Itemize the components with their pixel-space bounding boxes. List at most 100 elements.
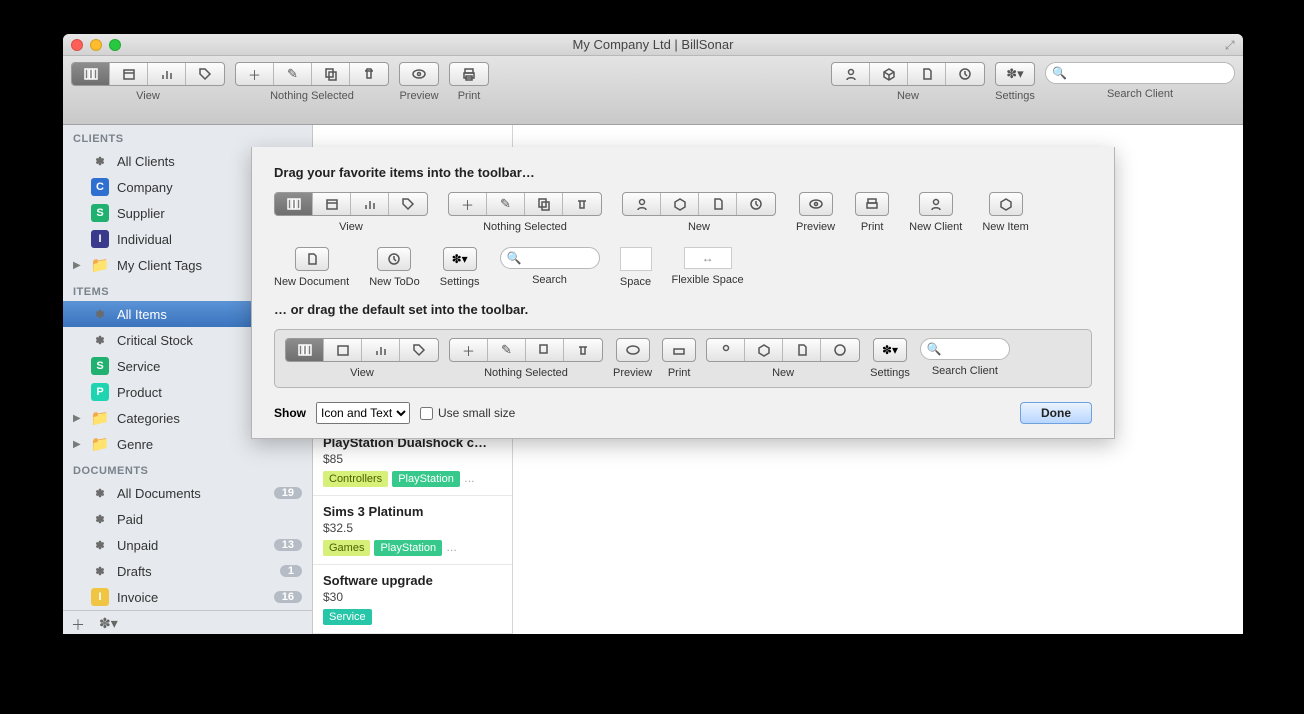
new-segmented[interactable] <box>831 62 985 86</box>
palette-label: View <box>339 221 363 233</box>
palette-new-document[interactable]: New Document <box>274 247 349 288</box>
gear-icon: ✽ <box>91 305 109 323</box>
close-window-button[interactable] <box>71 39 83 51</box>
view-chart-button[interactable] <box>148 63 186 85</box>
sidebar-item-label: Supplier <box>117 206 165 221</box>
customize-toolbar-sheet: Drag your favorite items into the toolba… <box>251 147 1115 439</box>
list-item[interactable]: Software upgrade $30 Service <box>313 565 512 634</box>
small-size-input[interactable] <box>420 407 433 420</box>
columns-icon <box>287 197 301 211</box>
item-title: Sims 3 Platinum <box>323 504 502 519</box>
item-tag: Service <box>323 609 372 625</box>
item-title: Software upgrade <box>323 573 502 588</box>
palette-preview[interactable]: Preview <box>796 192 835 233</box>
view-columns-button[interactable] <box>72 63 110 85</box>
toolbar: View ＋ ✎ Nothing Selected Preview Print <box>63 56 1243 125</box>
gear-icon: ✽ <box>91 152 109 170</box>
person-icon <box>844 67 858 81</box>
disclosure-icon[interactable]: ▶ <box>73 260 83 271</box>
bar-chart-icon <box>160 67 174 81</box>
view-calendar-button[interactable] <box>110 63 148 85</box>
window-controls <box>71 39 121 51</box>
columns-icon <box>84 67 98 81</box>
sidebar-item-label: My Client Tags <box>117 258 202 273</box>
new-item-button[interactable] <box>870 63 908 85</box>
invoice-icon: I <box>91 588 109 606</box>
palette-row-1: View ＋✎ Nothing Selected New <box>274 192 1092 233</box>
more-tags-icon: … <box>446 542 457 554</box>
use-small-size-checkbox[interactable]: Use small size <box>420 406 515 420</box>
disclosure-icon[interactable]: ▶ <box>73 439 83 450</box>
zoom-window-button[interactable] <box>109 39 121 51</box>
person-icon <box>929 197 943 211</box>
toolbar-view-group: View <box>71 62 225 102</box>
print-button[interactable] <box>450 63 488 85</box>
new-document-button[interactable] <box>908 63 946 85</box>
palette-label: New Item <box>982 221 1028 233</box>
show-label: Show <box>274 406 306 420</box>
item-tag: PlayStation <box>392 471 460 487</box>
add-button[interactable]: ＋ <box>236 63 274 85</box>
edit-segmented[interactable]: ＋ ✎ <box>235 62 389 86</box>
more-tags-icon: … <box>464 473 475 485</box>
service-icon: S <box>91 357 109 375</box>
sidebar-invoice[interactable]: I Invoice 16 <box>63 584 312 610</box>
delete-button[interactable] <box>350 63 388 85</box>
disclosure-icon[interactable]: ▶ <box>73 413 83 424</box>
done-button[interactable]: Done <box>1020 402 1092 424</box>
search-client-input[interactable] <box>1071 67 1228 79</box>
palette-settings[interactable]: ✽▾ Settings <box>440 247 480 288</box>
fullscreen-icon[interactable]: ⤢ <box>1225 38 1237 50</box>
palette-label: New <box>688 221 710 233</box>
palette-label: Search <box>532 274 567 286</box>
sidebar-item-label: All Items <box>117 307 167 322</box>
count-badge: 1 <box>280 565 302 577</box>
palette-nothing-selected[interactable]: ＋✎ Nothing Selected <box>448 192 602 233</box>
settings-button[interactable]: ✽▾ <box>996 63 1034 85</box>
palette-view[interactable]: View <box>274 192 428 233</box>
default-toolbar-set[interactable]: View ＋✎ Nothing Selected Preview Print N… <box>274 329 1092 388</box>
duplicate-button[interactable] <box>312 63 350 85</box>
palette-print[interactable]: Print <box>855 192 889 233</box>
document-icon <box>305 252 319 266</box>
palette-new-todo[interactable]: New ToDo <box>369 247 420 288</box>
palette-space[interactable]: Space <box>620 247 652 288</box>
sheet-drag-prompt: Drag your favorite items into the toolba… <box>274 165 1092 180</box>
sidebar-unpaid[interactable]: ✽ Unpaid 13 <box>63 532 312 558</box>
item-price: $85 <box>323 452 502 466</box>
show-select[interactable]: Icon and Text <box>316 402 410 424</box>
palette-label: Space <box>620 276 651 288</box>
sidebar-drafts[interactable]: ✽ Drafts 1 <box>63 558 312 584</box>
palette-new[interactable]: New <box>622 192 776 233</box>
palette-search[interactable]: 🔍 Search <box>500 247 600 286</box>
tag-icon <box>401 197 415 211</box>
sidebar-item-label: Paid <box>117 512 143 527</box>
sidebar-paid[interactable]: ✽ Paid <box>63 506 312 532</box>
sidebar-item-label: Unpaid <box>117 538 158 553</box>
calendar-icon <box>325 197 339 211</box>
toolbar-print-label: Print <box>458 90 481 102</box>
search-client-field[interactable]: 🔍 <box>1045 62 1235 84</box>
list-item[interactable]: Sims 3 Platinum $32.5 Games PlayStation … <box>313 496 512 565</box>
gear-icon: ✽ <box>91 562 109 580</box>
calendar-icon <box>122 67 136 81</box>
small-size-label: Use small size <box>438 406 515 420</box>
palette-new-item[interactable]: New Item <box>982 192 1028 233</box>
add-sidebar-button[interactable]: ＋ <box>71 615 85 634</box>
app-window: My Company Ltd | BillSonar ⤢ View ＋ ✎ No… <box>63 34 1243 634</box>
toolbar-settings-label: Settings <box>995 90 1035 102</box>
edit-button[interactable]: ✎ <box>274 63 312 85</box>
product-icon: P <box>91 383 109 401</box>
palette-new-client[interactable]: New Client <box>909 192 962 233</box>
view-tag-button[interactable] <box>186 63 224 85</box>
new-todo-button[interactable] <box>946 63 984 85</box>
preview-button[interactable] <box>400 63 438 85</box>
new-client-button[interactable] <box>832 63 870 85</box>
sidebar-all-documents[interactable]: ✽ All Documents 19 <box>63 480 312 506</box>
minimize-window-button[interactable] <box>90 39 102 51</box>
item-tag: Controllers <box>323 471 388 487</box>
view-segmented[interactable] <box>71 62 225 86</box>
palette-flexible-space[interactable]: Flexible Space <box>672 247 744 286</box>
sidebar-action-menu[interactable]: ✽▾ <box>99 615 118 634</box>
sheet-or-default: … or drag the default set into the toolb… <box>274 302 1092 317</box>
